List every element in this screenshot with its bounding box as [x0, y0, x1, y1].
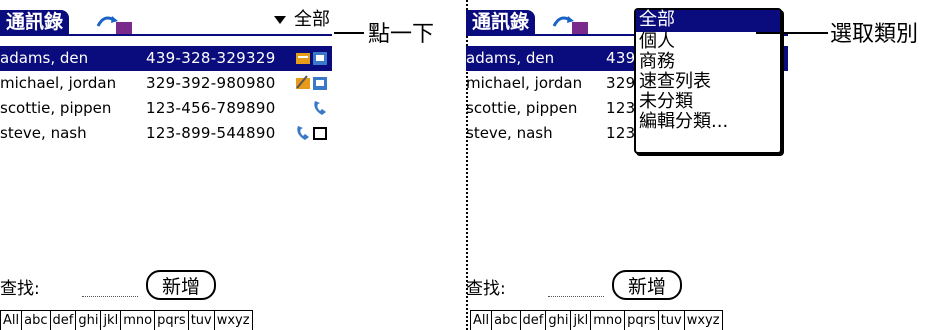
- pen-card-icon: [296, 75, 310, 89]
- find-label: 查找:: [0, 279, 40, 299]
- contact-row[interactable]: adams, den 439-328-329329: [0, 46, 332, 71]
- alpha-tab-ghi[interactable]: ghi: [545, 310, 572, 330]
- alpha-tab-mno[interactable]: mno: [120, 310, 156, 330]
- callout-line-right: [756, 32, 828, 34]
- alphabet-tabs: All abc def ghi jkl mno pqrs tuv wxyz: [0, 310, 253, 330]
- category-label: 全部: [294, 9, 330, 30]
- category-option-business[interactable]: 商務: [636, 52, 780, 72]
- palm-screen-right: 通訊錄 adams, den 439 michael, jordan 329 s…: [466, 0, 788, 330]
- category-option-edit[interactable]: 編輯分類...: [636, 112, 780, 132]
- new-button[interactable]: 新增: [612, 270, 682, 300]
- alpha-tab-tuv[interactable]: tuv: [187, 310, 215, 330]
- contact-name: steve, nash: [466, 124, 553, 142]
- phone-icon: [297, 126, 309, 140]
- contact-phone: 329: [606, 74, 636, 92]
- contact-icon: [313, 77, 327, 90]
- category-option-personal[interactable]: 個人: [636, 32, 780, 52]
- new-button[interactable]: 新增: [146, 270, 216, 300]
- contact-name: michael, jordan: [0, 74, 117, 92]
- contact-name: michael, jordan: [466, 74, 583, 92]
- category-option-unfiled[interactable]: 未分類: [636, 92, 780, 112]
- find-input[interactable]: [82, 296, 138, 297]
- contact-row[interactable]: scottie, pippen 123-456-789890: [0, 96, 332, 121]
- note-icon: [313, 127, 327, 140]
- app-title-tab[interactable]: 通訊錄: [0, 10, 70, 34]
- alpha-tab-def[interactable]: def: [519, 310, 547, 330]
- alpha-tab-all[interactable]: All: [470, 310, 493, 330]
- contact-phone: 439: [606, 49, 636, 67]
- dropdown-arrow-icon: [274, 16, 286, 24]
- contact-phone: 123-899-544890: [146, 124, 276, 142]
- alpha-tab-all[interactable]: All: [0, 310, 23, 330]
- contact-row[interactable]: steve, nash 123-899-544890: [0, 121, 332, 146]
- find-label: 查找:: [466, 279, 506, 299]
- alpha-tab-ghi[interactable]: ghi: [75, 310, 102, 330]
- contact-row[interactable]: michael, jordan 329-392-980980: [0, 71, 332, 96]
- alpha-tab-def[interactable]: def: [49, 310, 77, 330]
- callout-select-category: 選取類別: [830, 22, 919, 47]
- contact-name: scottie, pippen: [0, 99, 112, 117]
- card-icon: [296, 53, 310, 64]
- category-option-quicklist[interactable]: 速查列表: [636, 72, 780, 92]
- alpha-tab-wxyz[interactable]: wxyz: [683, 310, 723, 330]
- category-dropdown-trigger[interactable]: 全部: [274, 8, 330, 32]
- alpha-tab-abc[interactable]: abc: [491, 310, 521, 330]
- alphabet-tabs: All abc def ghi jkl mno pqrs tuv wxyz: [470, 310, 723, 330]
- alpha-tab-jkl[interactable]: jkl: [570, 310, 592, 330]
- category-option-all[interactable]: 全部: [636, 10, 780, 32]
- contact-phone: 123: [606, 99, 636, 117]
- alpha-tab-wxyz[interactable]: wxyz: [213, 310, 253, 330]
- contact-phone: 123: [606, 124, 636, 142]
- beam-icon[interactable]: [550, 12, 590, 34]
- palm-screen-left: 通訊錄 全部 adams, den 439-328-329329 michael…: [0, 0, 332, 330]
- contact-phone: 329-392-980980: [146, 74, 276, 92]
- contact-name: adams, den: [466, 49, 555, 67]
- phone-icon: [314, 101, 326, 115]
- alpha-tab-pqrs[interactable]: pqrs: [624, 310, 659, 330]
- contact-phone: 123-456-789890: [146, 99, 276, 117]
- callout-line-left: [334, 32, 364, 34]
- alpha-tab-abc[interactable]: abc: [21, 310, 51, 330]
- beam-icon[interactable]: [94, 12, 134, 34]
- contact-name: steve, nash: [0, 124, 87, 142]
- contact-phone: 439-328-329329: [146, 49, 276, 67]
- alpha-tab-jkl[interactable]: jkl: [100, 310, 122, 330]
- contact-name: adams, den: [0, 49, 89, 67]
- alpha-tab-mno[interactable]: mno: [590, 310, 626, 330]
- alpha-tab-tuv[interactable]: tuv: [657, 310, 685, 330]
- header-divider: [0, 34, 332, 36]
- find-input[interactable]: [548, 296, 604, 297]
- contact-list: adams, den 439-328-329329 michael, jorda…: [0, 46, 332, 146]
- category-dropdown-menu: 全部 個人 商務 速查列表 未分類 編輯分類...: [634, 8, 782, 154]
- app-title-tab[interactable]: 通訊錄: [466, 10, 536, 34]
- contact-icon: [313, 52, 327, 65]
- callout-tap: 點一下: [368, 22, 435, 47]
- contact-name: scottie, pippen: [466, 99, 578, 117]
- alpha-tab-pqrs[interactable]: pqrs: [154, 310, 189, 330]
